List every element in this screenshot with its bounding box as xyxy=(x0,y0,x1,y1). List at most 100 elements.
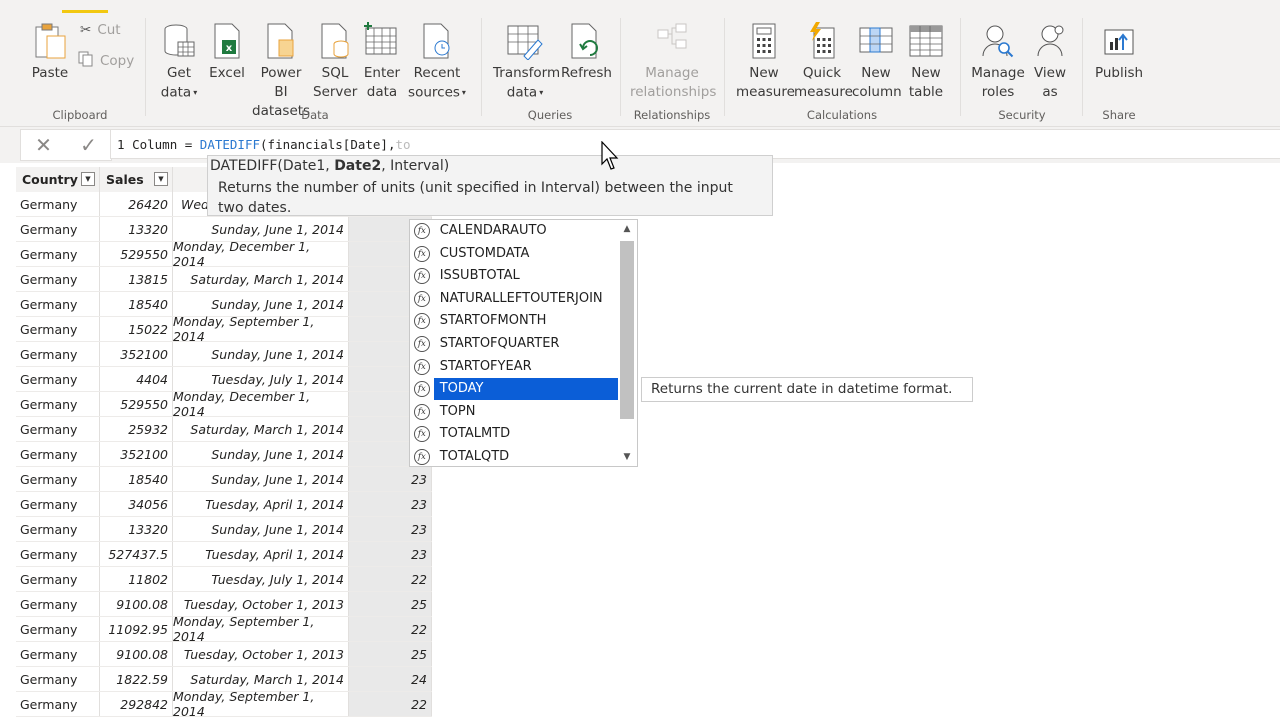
table-row[interactable]: Germany 13815 Saturday, March 1, 2014 xyxy=(16,267,432,292)
cell-sales: 11802 xyxy=(100,567,173,591)
cell-sales: 352100 xyxy=(100,342,173,366)
cell-sales: 1822.59 xyxy=(100,667,173,691)
autocomplete-scrollbar[interactable]: ▲ ▼ xyxy=(619,222,636,464)
sql-server-label: SQL Server xyxy=(313,65,358,100)
excel-button[interactable]: x Excel xyxy=(209,18,245,83)
sql-server-button[interactable]: SQL Server xyxy=(313,18,357,102)
table-row[interactable]: Germany 529550 Monday, December 1, 2014 xyxy=(16,239,432,269)
table-row[interactable]: Germany 292842 Monday, September 1, 2014 22 xyxy=(16,689,432,719)
divider xyxy=(145,18,146,116)
cell-date: Monday, September 1, 2014 xyxy=(173,689,349,719)
autocomplete-item[interactable]: fx ISSUBTOTAL xyxy=(410,265,618,287)
new-column-icon xyxy=(852,18,900,60)
publish-button[interactable]: Publish xyxy=(1092,18,1146,83)
commit-check-icon[interactable]: ✓ xyxy=(80,133,97,157)
autocomplete-item[interactable]: fx STARTOFYEAR xyxy=(410,356,618,378)
new-measure-label: New measure xyxy=(736,65,795,100)
view-as-person-icon xyxy=(1030,18,1070,60)
cancel-icon[interactable]: ✕ xyxy=(35,133,52,157)
autocomplete-item-label: ISSUBTOTAL xyxy=(439,268,520,284)
table-row[interactable]: Germany 527437.5 Tuesday, April 1, 2014 23 xyxy=(16,542,432,567)
autocomplete-item[interactable]: fx STARTOFQUARTER xyxy=(410,333,618,355)
transform-data-button[interactable]: Transform data ▾ xyxy=(493,18,560,103)
cell-new-column: 23 xyxy=(349,542,432,566)
autocomplete-list[interactable]: fx CALENDARAUTO fx CUSTOMDATA fx ISSUBTOTAL fx… xyxy=(409,219,638,467)
cell-country: Germany xyxy=(16,467,100,491)
autocomplete-item-label: TOTALQTD xyxy=(439,449,510,464)
cell-country: Germany xyxy=(16,392,100,416)
cell-date: Monday, September 1, 2014 xyxy=(173,314,349,344)
cell-country: Germany xyxy=(16,242,100,266)
function-icon: fx xyxy=(414,381,430,398)
column-header-sales[interactable]: Sales ▼ xyxy=(100,167,173,192)
scroll-down-icon[interactable]: ▼ xyxy=(621,452,633,462)
autocomplete-item[interactable]: fx TODAY xyxy=(410,378,618,401)
column-header-country[interactable]: Country ▼ xyxy=(16,167,100,192)
cell-country: Germany xyxy=(16,317,100,341)
recent-sources-button[interactable]: Recent sources ▾ xyxy=(406,18,468,103)
divider xyxy=(724,18,725,116)
new-measure-button[interactable]: New measure xyxy=(736,18,795,102)
filter-dropdown-icon[interactable]: ▼ xyxy=(81,172,95,186)
table-row[interactable]: Germany 13320 Sunday, June 1, 2014 23 xyxy=(16,517,432,542)
relationships-icon xyxy=(630,18,714,60)
autocomplete-item[interactable]: fx CALENDARAUTO xyxy=(410,220,618,242)
cell-new-column: 23 xyxy=(349,467,432,491)
scroll-up-icon[interactable]: ▲ xyxy=(621,224,633,234)
autocomplete-item[interactable]: fx CUSTOMDATA xyxy=(410,243,618,265)
autocomplete-item-label: CUSTOMDATA xyxy=(439,245,530,261)
refresh-button[interactable]: Refresh xyxy=(561,18,612,83)
manage-roles-button[interactable]: Manage roles xyxy=(970,18,1026,102)
cell-sales: 9100.08 xyxy=(100,642,173,666)
cell-country: Germany xyxy=(16,617,100,641)
cell-country: Germany xyxy=(16,592,100,616)
copy-button[interactable]: Copy xyxy=(78,51,134,71)
new-table-button[interactable]: New table xyxy=(904,18,948,102)
sql-server-icon xyxy=(313,18,357,60)
cell-date: Monday, December 1, 2014 xyxy=(173,239,349,269)
autocomplete-item-label: STARTOFMONTH xyxy=(439,313,547,329)
table-row[interactable]: Germany 18540 Sunday, June 1, 2014 23 xyxy=(16,467,432,492)
table-row[interactable]: Germany 25932 Saturday, March 1, 2014 xyxy=(16,417,432,442)
scroll-thumb[interactable] xyxy=(620,241,634,419)
cell-country: Germany xyxy=(16,192,100,216)
table-row[interactable]: Germany 15022 Monday, September 1, 2014 xyxy=(16,314,432,344)
autocomplete-item[interactable]: fx STARTOFMONTH xyxy=(410,310,618,332)
cell-sales: 292842 xyxy=(100,692,173,716)
enter-data-button[interactable]: Enter data xyxy=(362,18,402,102)
view-as-button[interactable]: View as xyxy=(1030,18,1070,102)
refresh-icon xyxy=(561,18,609,60)
svg-text:x: x xyxy=(226,43,233,54)
table-row[interactable]: Germany 11092.95 Monday, September 1, 2014… xyxy=(16,614,432,644)
table-row[interactable]: Germany 34056 Tuesday, April 1, 2014 23 xyxy=(16,492,432,517)
autocomplete-item[interactable]: fx NATURALLEFTOUTERJOIN xyxy=(410,288,618,310)
cell-sales: 25932 xyxy=(100,417,173,441)
table-row[interactable]: Germany 352100 Sunday, June 1, 2014 xyxy=(16,342,432,367)
cell-sales: 11092.95 xyxy=(100,617,173,641)
cell-date: Monday, December 1, 2014 xyxy=(173,389,349,419)
clipboard-icon xyxy=(28,18,72,60)
divider xyxy=(960,18,961,116)
autocomplete-item[interactable]: fx TOTALMTD xyxy=(410,423,618,445)
group-label-calculations: Calculations xyxy=(806,108,878,122)
table-row[interactable]: Germany 352100 Sunday, June 1, 2014 xyxy=(16,442,432,467)
table-row[interactable]: Germany 529550 Monday, December 1, 2014 xyxy=(16,389,432,419)
copy-icon xyxy=(78,51,94,71)
cut-button[interactable]: ✂ Cut xyxy=(80,22,121,38)
manage-relationships-label: Manage relationships xyxy=(630,65,717,100)
autocomplete-item[interactable]: fx TOTALQTD xyxy=(410,446,618,468)
powerbi-datasets-button[interactable]: Power BI datasets xyxy=(252,18,310,121)
new-column-button[interactable]: New column xyxy=(852,18,902,102)
filter-dropdown-icon[interactable]: ▼ xyxy=(154,172,168,186)
cell-date: Tuesday, April 1, 2014 xyxy=(173,492,349,516)
cell-country: Germany xyxy=(16,267,100,291)
get-data-button[interactable]: Get data ▾ xyxy=(156,18,202,103)
table-row[interactable]: Germany 11802 Tuesday, July 1, 2014 22 xyxy=(16,567,432,592)
cell-sales: 26420 xyxy=(100,192,173,216)
autocomplete-item-label: NATURALLEFTOUTERJOIN xyxy=(439,290,603,306)
manage-relationships-button[interactable]: Manage relationships xyxy=(630,18,717,102)
quick-measure-button[interactable]: Quick measure xyxy=(794,18,853,102)
autocomplete-item[interactable]: fx TOPN xyxy=(410,401,618,423)
paste-button[interactable]: Paste xyxy=(28,18,72,83)
table-row[interactable]: Germany 9100.08 Tuesday, October 1, 2013 25 xyxy=(16,642,432,667)
